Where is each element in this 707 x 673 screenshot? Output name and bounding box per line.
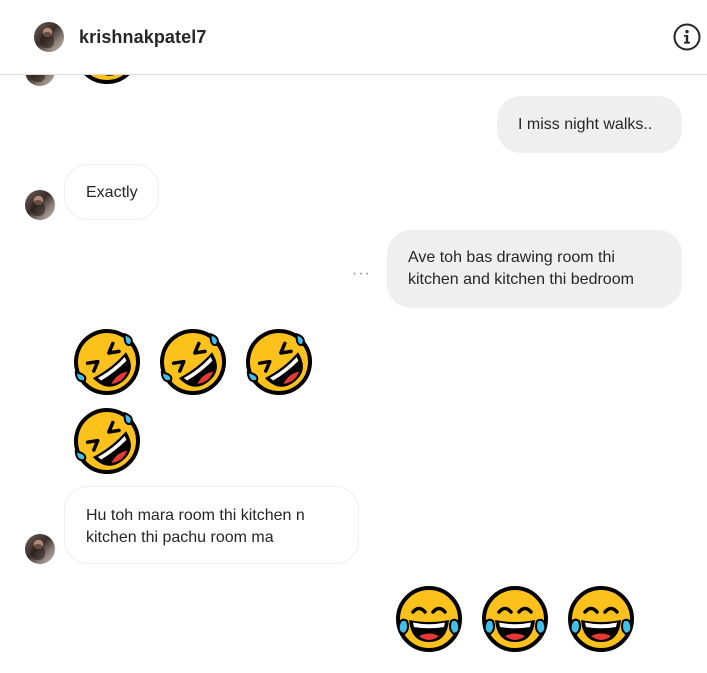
message-bubble-incoming[interactable]: Hu toh mara room thi kitchen n kitchen t… [64,486,359,564]
face-with-tears-of-joy-emoji[interactable] [566,584,636,654]
sender-avatar [25,534,55,564]
sender-avatar [25,190,55,220]
info-circle-icon[interactable] [673,23,701,51]
thread-header: krishnakpatel7 [0,0,707,75]
face-with-tears-of-joy-emoji[interactable] [480,584,550,654]
message-text-line: Ave toh bas drawing room thi [408,249,615,266]
message-text: I miss night walks.. [518,116,653,133]
rolling-on-floor-laughing-emoji[interactable] [72,327,142,397]
message-bubble-outgoing[interactable]: I miss night walks.. [497,96,682,153]
rolling-on-floor-laughing-emoji[interactable] [158,327,228,397]
message-text: Exactly [86,184,138,201]
message-text-line: Hu toh mara room thi kitchen n [86,507,305,524]
message-text-line: kitchen thi pachu room ma [86,529,274,546]
rolling-on-floor-laughing-emoji[interactable] [72,406,142,476]
message-options-icon[interactable]: ··· [352,265,371,283]
header-avatar[interactable] [34,22,64,52]
thread-username[interactable]: krishnakpatel7 [79,27,206,48]
face-with-tears-of-joy-emoji[interactable] [394,584,464,654]
message-bubble-outgoing[interactable]: Ave toh bas drawing room thi kitchen and… [387,230,682,308]
message-bubble-incoming[interactable]: Exactly [64,164,159,220]
rolling-on-floor-laughing-emoji[interactable] [244,327,314,397]
direct-message-thread: krishnakpatel7 I miss night walks.. Exac… [0,0,707,673]
message-text-line: kitchen and kitchen thi bedroom [408,271,634,288]
